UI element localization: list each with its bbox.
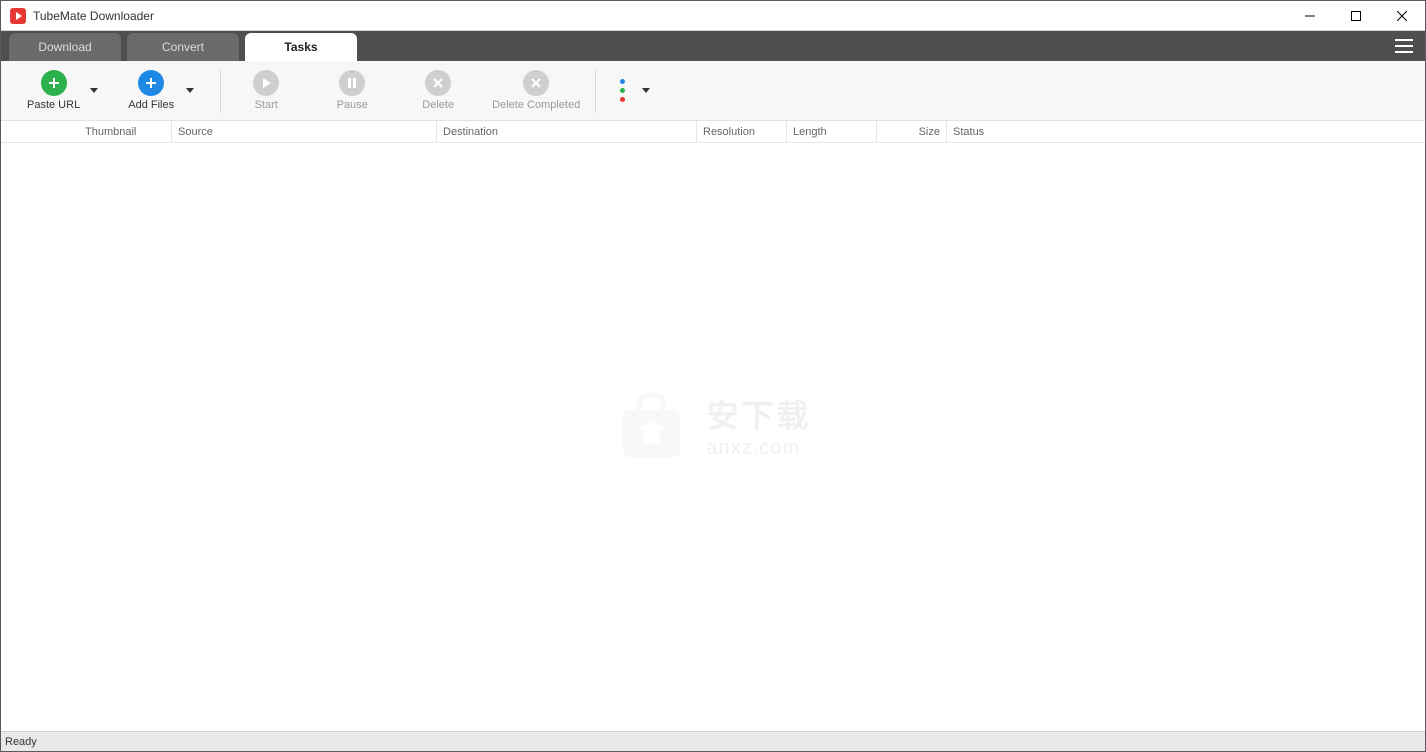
pause-icon [339, 70, 365, 96]
delete-completed-button[interactable]: Delete Completed [481, 63, 591, 119]
add-files-dropdown[interactable] [182, 63, 198, 119]
delete-completed-icon [523, 70, 549, 96]
delete-completed-label: Delete Completed [492, 99, 580, 111]
options-dropdown[interactable] [638, 63, 654, 119]
pause-button[interactable]: Pause [321, 63, 383, 119]
toolbar: Paste URL Add Files Start [1, 61, 1425, 121]
pause-label: Pause [337, 99, 368, 111]
watermark: 安下载 anxz.com [614, 390, 811, 460]
traffic-dots-icon [620, 79, 628, 102]
delete-button[interactable]: Delete [407, 63, 469, 119]
column-destination[interactable]: Destination [436, 121, 696, 142]
column-source[interactable]: Source [171, 121, 436, 142]
watermark-text-en: anxz.com [706, 437, 811, 460]
paste-url-label: Paste URL [27, 99, 80, 111]
start-label: Start [255, 99, 278, 111]
task-list-area: 安下载 anxz.com [1, 143, 1425, 731]
column-size[interactable]: Size [876, 121, 946, 142]
paste-url-button[interactable]: Paste URL [21, 63, 86, 119]
status-text: Ready [5, 736, 37, 748]
tab-convert[interactable]: Convert [127, 33, 239, 61]
toolbar-separator [220, 69, 221, 113]
app-icon [9, 7, 27, 25]
options-button[interactable] [610, 63, 638, 119]
column-thumbnail[interactable]: Thumbnail [41, 121, 171, 142]
plus-icon [138, 70, 164, 96]
window-title: TubeMate Downloader [33, 9, 154, 23]
menu-button[interactable] [1389, 31, 1419, 61]
delete-label: Delete [422, 99, 454, 111]
column-length[interactable]: Length [786, 121, 876, 142]
column-status[interactable]: Status [946, 121, 1136, 142]
minimize-button[interactable] [1287, 1, 1333, 31]
plus-icon [41, 70, 67, 96]
column-header-row: Thumbnail Source Destination Resolution … [1, 121, 1425, 143]
start-button[interactable]: Start [235, 63, 297, 119]
tab-tasks[interactable]: Tasks [245, 33, 357, 61]
status-bar: Ready [1, 731, 1425, 751]
delete-icon [425, 70, 451, 96]
watermark-text-cn: 安下载 [706, 391, 811, 437]
maximize-button[interactable] [1333, 1, 1379, 31]
paste-url-dropdown[interactable] [86, 63, 102, 119]
column-resolution[interactable]: Resolution [696, 121, 786, 142]
column-checkbox[interactable] [1, 121, 41, 142]
toolbar-separator [595, 69, 596, 113]
play-icon [253, 70, 279, 96]
tab-strip: Download Convert Tasks [1, 31, 1425, 61]
close-button[interactable] [1379, 1, 1425, 31]
tab-download[interactable]: Download [9, 33, 121, 61]
add-files-label: Add Files [128, 99, 174, 111]
app-window: TubeMate Downloader Download Convert Tas… [0, 0, 1426, 752]
title-bar: TubeMate Downloader [1, 1, 1425, 31]
add-files-button[interactable]: Add Files [120, 63, 182, 119]
